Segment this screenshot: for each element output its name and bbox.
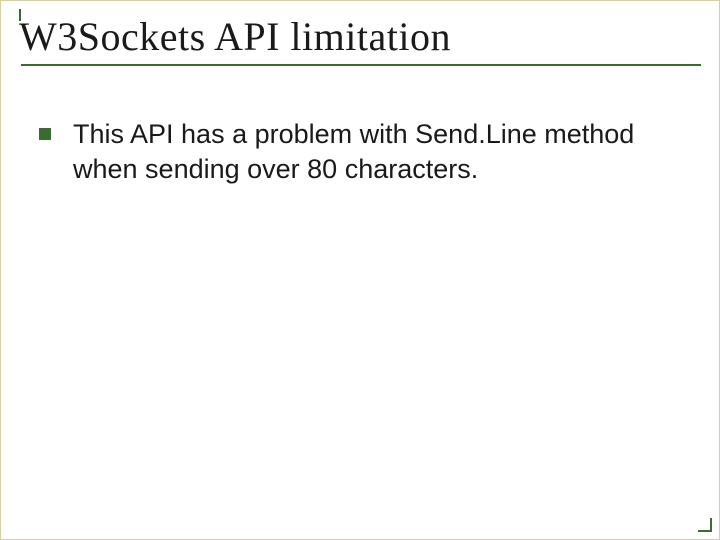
- slide-title: W3Sockets API limitation: [19, 13, 701, 60]
- corner-accent-icon: [698, 518, 712, 532]
- title-underline: [21, 64, 701, 66]
- bullet-item: This API has a problem with Send.Line me…: [39, 117, 659, 187]
- title-area: W3Sockets API limitation: [1, 1, 719, 72]
- slide-body: This API has a problem with Send.Line me…: [1, 72, 719, 187]
- slide-container: W3Sockets API limitation This API has a …: [0, 0, 720, 540]
- square-bullet-icon: [39, 128, 51, 140]
- bullet-text: This API has a problem with Send.Line me…: [73, 117, 659, 187]
- title-accent-tick: [19, 9, 21, 21]
